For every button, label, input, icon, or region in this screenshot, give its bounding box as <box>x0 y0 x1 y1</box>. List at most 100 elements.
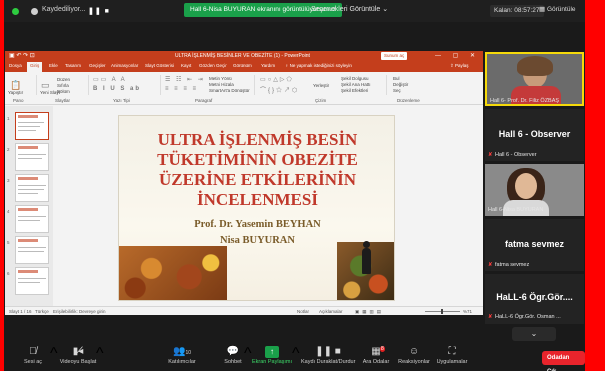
current-slide[interactable]: ULTRA İŞLENMİŞ BESİN TÜKETİMİNİN OBEZİTE… <box>118 115 395 301</box>
start-video-button[interactable]: ▮◂̸ Videoyu Başlat <box>58 345 98 365</box>
video-off-icon: ▮◂̸ <box>72 346 84 357</box>
tab-design[interactable]: Tasarım <box>65 63 81 68</box>
tab-file[interactable]: Dosya <box>9 63 22 68</box>
view-options-label: Seçenekleri Görüntüle <box>311 6 381 13</box>
list-icons[interactable]: ☰ ☷ ⇤ ⇥ <box>165 76 205 83</box>
participant-name: Hall 6 - Observer <box>498 129 571 139</box>
section-button[interactable]: Bölüm <box>57 89 70 94</box>
chevron-up-icon[interactable]: ^ <box>96 345 104 363</box>
leave-meeting-button[interactable]: Odadan Çık <box>542 351 585 371</box>
shape-effects-button[interactable]: Şekil Efektleri <box>341 88 368 93</box>
slide-title-line-3: ÜZERİNE ETKİLERİNİN <box>159 170 356 189</box>
ppt-present-button[interactable]: Sunum aç <box>381 52 408 60</box>
layout-button[interactable]: Düzen <box>57 77 70 82</box>
find-button[interactable]: Bul <box>393 76 400 81</box>
slide-thumbnail[interactable] <box>15 236 49 264</box>
font-format-icons[interactable]: B I U S ab <box>93 86 141 92</box>
align-text-button[interactable]: Metni Hizala <box>209 82 234 87</box>
slide-thumbnail[interactable] <box>15 143 49 171</box>
share-screen-button[interactable]: ↑ Ekran Paylaşımı <box>251 345 293 365</box>
share-screen-icon: ↑ <box>265 346 279 358</box>
tab-review[interactable]: Gözden Geçir <box>199 63 227 68</box>
mic-muted-icon: ✘ <box>488 262 493 268</box>
language[interactable]: Türkçe <box>35 309 49 314</box>
chevron-down-icon: ⌄ <box>382 6 389 13</box>
tell-me-search[interactable]: ♀ Ne yapmak istediğinizi söyleyin <box>285 63 352 68</box>
view-button-label: Görüntüle <box>546 6 576 13</box>
tab-transitions[interactable]: Geçişler <box>89 63 106 68</box>
ppt-share-button[interactable]: ⇪ Paylaş <box>450 63 469 69</box>
tell-me-label: Ne yapmak istediğinizi söyleyin <box>289 63 352 68</box>
text-direction-button[interactable]: Metin Yönü <box>209 76 232 81</box>
group-label-slides: Slaytlar <box>55 98 71 103</box>
mute-button[interactable]: 🎙̸ Sesi aç <box>18 345 48 365</box>
chevron-up-icon[interactable]: ^ <box>292 345 300 363</box>
zoom-level: %71 <box>463 309 473 314</box>
smartart-button[interactable]: SmartArt'a Dönüştür <box>209 88 250 93</box>
view-button[interactable]: ▦ Görüntüle <box>539 5 576 13</box>
pause-record-icon: ❚❚ ■ <box>315 346 341 357</box>
quick-access-icons[interactable]: ▣ ↶ ↷ ⊡ <box>9 52 35 59</box>
shapes-gallery-icons-row2[interactable]: ⌒{}☆↗⬡ <box>260 85 299 94</box>
chevron-down-icon: ⌄ <box>530 329 538 338</box>
apps-label: Uygulamalar <box>436 359 468 365</box>
reset-button[interactable]: Sıfırla <box>57 83 69 88</box>
comments-button[interactable]: Açıklamalar <box>319 309 343 314</box>
ppt-title-bar: ▣ ↶ ↷ ⊡ ULTRA İŞLENMİŞ BESİNLER VE OBEZİ… <box>5 51 483 61</box>
slide-title-line-4: İNCELENMESİ <box>197 190 318 209</box>
scroll-participants-button[interactable]: ⌄ <box>512 327 556 341</box>
tab-help[interactable]: Yardım <box>261 63 275 68</box>
shield-icon[interactable] <box>12 8 19 15</box>
participant-tile-filiz[interactable]: Hall 6- Prof. Dr. Filiz ÖZBAŞ <box>485 52 584 106</box>
reactions-icon: ☺ <box>408 346 420 357</box>
tab-slideshow[interactable]: Slayt Gösterisi <box>145 63 174 68</box>
arrange-button[interactable]: Yerleştir <box>313 83 329 88</box>
shapes-gallery-icons[interactable]: ▭○△▷⬠ <box>260 76 294 83</box>
accessibility-status[interactable]: Erişilebilirlik: Devreye girin <box>53 309 106 314</box>
participants-button[interactable]: 👥10 Katılımcılar <box>164 345 200 365</box>
notes-button[interactable]: Notlar <box>297 309 309 314</box>
view-options-button[interactable]: Seçenekleri Görüntüle ⌄ <box>311 5 388 13</box>
apps-button[interactable]: ⛶ Uygulamalar <box>434 345 470 365</box>
participant-tile-nisa[interactable]: Hall 6-Nisa BUYURAN <box>485 164 584 216</box>
editing-group: Bul Değiştir Seç <box>389 75 429 95</box>
reactions-label: Reaksiyonlar <box>398 359 430 365</box>
view-mode-icons[interactable]: ▣▦▥▤ <box>355 309 384 315</box>
participant-name: HaLL-6 Ögr.Gör.... <box>496 292 573 302</box>
reactions-button[interactable]: ☺ Reaksiyonlar <box>398 345 430 365</box>
tab-record[interactable]: Kayıt <box>181 63 191 68</box>
shape-fill-button[interactable]: Şekil Dolgusu <box>341 76 369 81</box>
pause-record-button[interactable]: ❚❚ ■ Kaydı Duraklat/Durdur <box>301 345 355 365</box>
apps-icon: ⛶ <box>448 346 456 357</box>
select-button[interactable]: Seç <box>393 88 401 93</box>
group-label-paragraph: Paragraf <box>195 98 213 103</box>
mic-muted-icon: ✘ <box>488 152 493 158</box>
participant-tile-osman[interactable]: HaLL-6 Ögr.Gör.... ✘ HaLL-6 Ögr.Gör. Osm… <box>485 274 584 324</box>
tab-animations[interactable]: Animasyonlar <box>111 63 138 68</box>
tab-view[interactable]: Görünüm <box>233 63 252 68</box>
recording-label: Kaydediliyor... <box>42 6 86 13</box>
tab-home[interactable]: Giriş <box>27 62 43 72</box>
participant-hair <box>517 56 553 76</box>
screen-border: Kaydediliyor... ❚❚ ■ Hall 6-Nisa BUYURAN… <box>0 0 605 371</box>
pause-icon[interactable]: ❚❚ ■ <box>88 7 110 15</box>
paste-label: Yapıştır <box>8 90 24 95</box>
replace-button[interactable]: Değiştir <box>393 82 408 87</box>
chevron-up-icon[interactable]: ^ <box>50 345 58 363</box>
shape-outline-button[interactable]: Şekil Ana Hattı <box>341 82 371 87</box>
slide-thumbnail[interactable] <box>15 112 49 140</box>
participant-tile-observer[interactable]: Hall 6 - Observer ✘ Hall 6 - Observer <box>485 109 584 161</box>
slide-thumbnail[interactable] <box>15 267 49 295</box>
align-icons[interactable]: ≡ ≡ ≡ ≡ <box>165 86 198 92</box>
tab-insert[interactable]: Ekle <box>49 63 58 68</box>
slide-thumbnail[interactable] <box>15 174 49 202</box>
font-controls-icons[interactable]: ▭▭ A A <box>93 76 127 83</box>
zoom-slider-handle[interactable] <box>441 309 443 314</box>
breakout-rooms-button[interactable]: ▦ Ara Odalar <box>361 345 391 365</box>
window-controls[interactable]: — ▢ ✕ <box>435 52 480 59</box>
font-group: ▭▭ A A B I U S ab <box>91 75 161 95</box>
drawing-group: ▭○△▷⬠ ⌒{}☆↗⬡ Yerleştir Şekil Dolgusu Şek… <box>257 75 387 95</box>
slide-thumbnail[interactable] <box>15 205 49 233</box>
participant-tile-fatma[interactable]: fatma sevmez ✘ fatma sevmez <box>485 219 584 271</box>
participants-count: 10 <box>185 350 191 356</box>
